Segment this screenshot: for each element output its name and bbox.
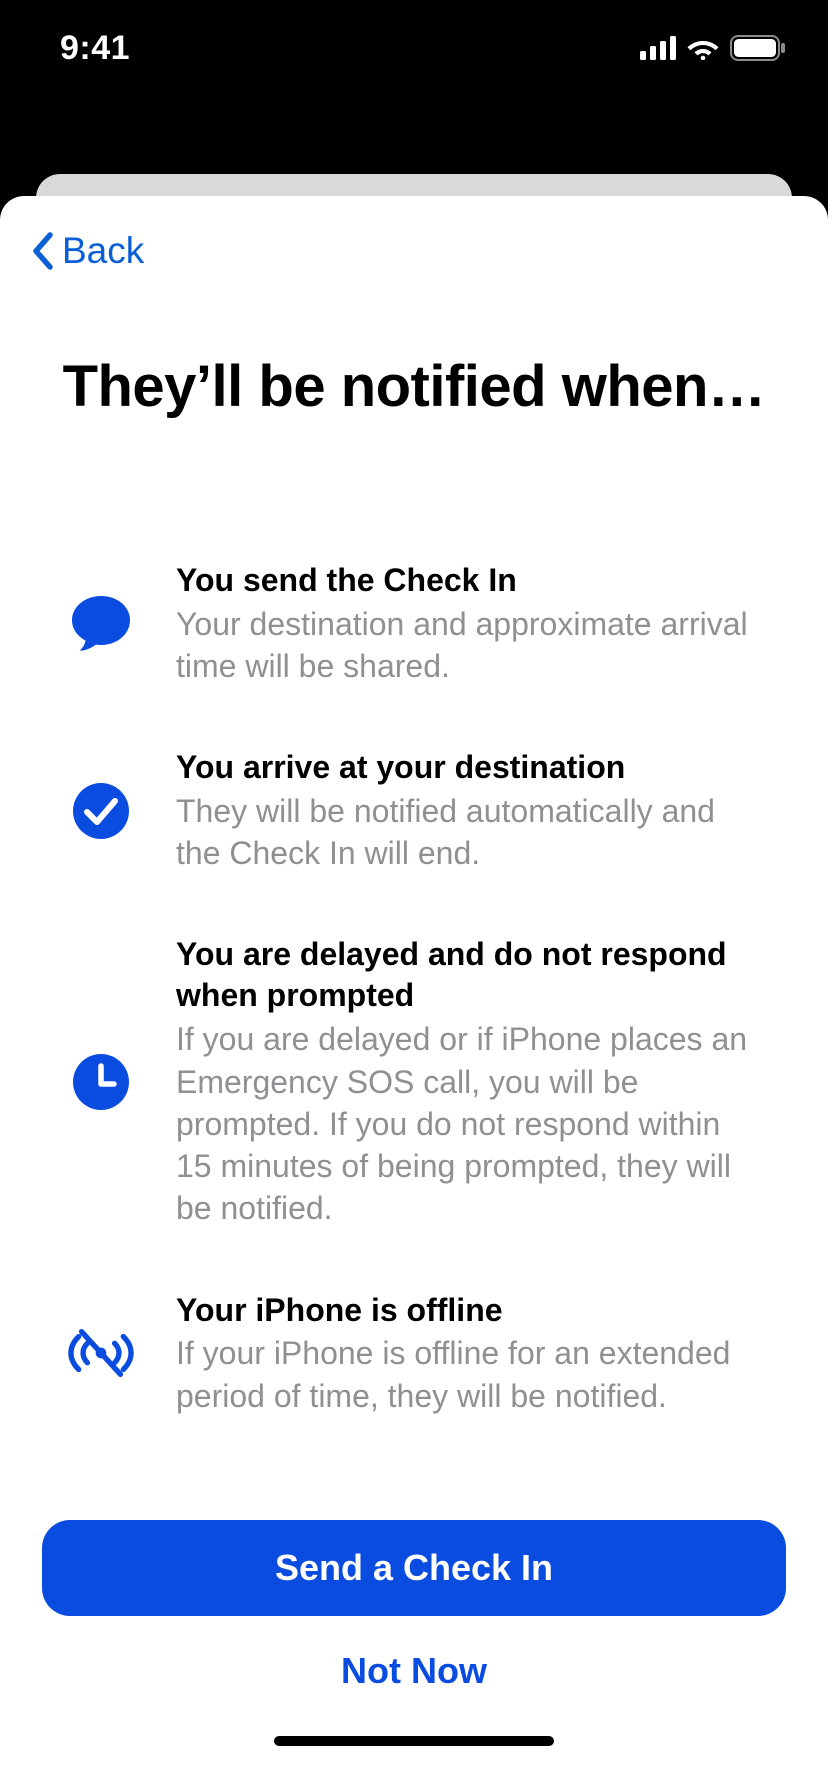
send-check-in-button[interactable]: Send a Check In	[42, 1520, 786, 1616]
not-now-button[interactable]: Not Now	[42, 1650, 786, 1692]
footer: Send a Check In Not Now	[0, 1520, 828, 1792]
item-title: Your iPhone is offline	[176, 1290, 760, 1331]
item-desc: If you are delayed or if iPhone places a…	[176, 1018, 760, 1229]
status-indicators	[640, 35, 786, 61]
page-title: They’ll be notified when…	[0, 352, 828, 422]
back-button[interactable]: Back	[28, 230, 144, 272]
nav-bar: Back	[0, 196, 828, 276]
battery-icon	[730, 35, 786, 61]
list-item: You send the Check In Your destination a…	[68, 560, 760, 687]
item-desc: If your iPhone is offline for an extende…	[176, 1332, 760, 1416]
chevron-left-icon	[28, 231, 56, 271]
status-time: 9:41	[60, 29, 130, 68]
offline-icon	[68, 1326, 134, 1380]
list-item: Your iPhone is offline If your iPhone is…	[68, 1290, 760, 1417]
list-item: You are delayed and do not respond when …	[68, 934, 760, 1229]
checkmark-circle-icon	[68, 782, 134, 840]
home-indicator[interactable]	[274, 1736, 554, 1746]
back-label: Back	[62, 230, 144, 272]
chat-bubble-icon	[68, 594, 134, 652]
item-desc: They will be notified automatically and …	[176, 790, 760, 874]
item-desc: Your destination and approximate arrival…	[176, 603, 760, 687]
cellular-icon	[640, 36, 676, 60]
wifi-icon	[686, 36, 720, 60]
item-title: You are delayed and do not respond when …	[176, 934, 760, 1016]
notification-scenarios: You send the Check In Your destination a…	[0, 560, 828, 1417]
item-title: You send the Check In	[176, 560, 760, 601]
status-bar: 9:41	[0, 0, 828, 96]
clock-circle-icon	[68, 1053, 134, 1111]
item-title: You arrive at your destination	[176, 747, 760, 788]
list-item: You arrive at your destination They will…	[68, 747, 760, 874]
sheet: Back They’ll be notified when… You send …	[0, 196, 828, 1792]
